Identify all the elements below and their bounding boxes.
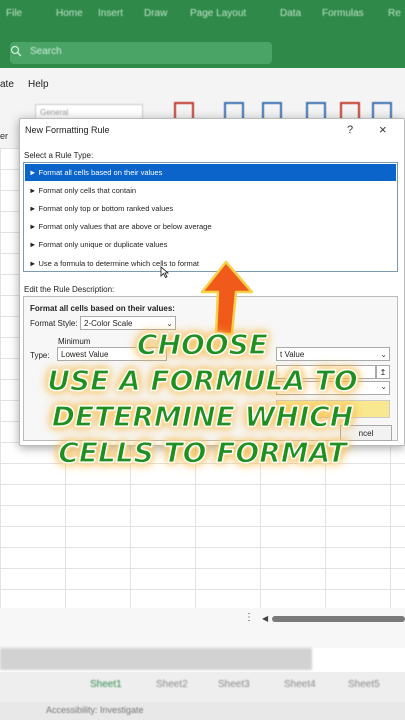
more-options-icon[interactable]: ⋮ xyxy=(244,612,254,623)
toolbar-fragment: er xyxy=(0,131,9,141)
rule-above-below-average[interactable]: ► Format only values that are above or b… xyxy=(25,218,396,235)
tab-data[interactable]: Data xyxy=(280,8,301,19)
horizontal-scrollbar[interactable] xyxy=(272,616,405,622)
menu-item-help[interactable]: Help xyxy=(28,79,49,90)
caption-line-3: DETERMINE WHICH xyxy=(51,399,354,433)
tab-draw[interactable]: Draw xyxy=(144,8,167,19)
menu-bar xyxy=(0,68,405,97)
blurred-strip xyxy=(0,648,312,670)
help-icon[interactable]: ? xyxy=(347,124,353,136)
search-placeholder: Search xyxy=(30,46,62,57)
sheet-tab-1[interactable]: Sheet1 xyxy=(90,679,122,690)
dialog-title: New Formatting Rule xyxy=(25,125,110,135)
sheet-tab-4[interactable]: Sheet4 xyxy=(284,679,316,690)
tab-file[interactable]: File xyxy=(6,8,22,19)
select-rule-type-label: Select a Rule Type: xyxy=(24,151,94,160)
rule-top-bottom[interactable]: ► Format only top or bottom ranked value… xyxy=(25,200,396,217)
format-style-value: 2-Color Scale xyxy=(84,319,133,328)
caption-line-4: CELLS TO FORMAT xyxy=(58,435,348,469)
scroll-left-icon[interactable]: ◀ xyxy=(262,614,268,623)
sheet-tab-5[interactable]: Sheet5 xyxy=(348,679,380,690)
menu-item-create[interactable]: ate xyxy=(0,79,14,90)
sheet-tab-3[interactable]: Sheet3 xyxy=(218,679,250,690)
mouse-cursor-icon xyxy=(160,266,170,278)
tab-home[interactable]: Home xyxy=(56,8,83,19)
tab-insert[interactable]: Insert xyxy=(98,8,123,19)
sheet-tab-2[interactable]: Sheet2 xyxy=(156,679,188,690)
scroll-area xyxy=(0,608,405,648)
caption-line-1: CHOOSE xyxy=(136,327,268,361)
format-style-label: Format Style: xyxy=(30,319,78,328)
rule-cells-contain[interactable]: ► Format only cells that contain xyxy=(25,182,396,199)
description-heading: Format all cells based on their values: xyxy=(30,304,175,313)
rule-all-cells[interactable]: ► Format all cells based on their values xyxy=(25,164,396,181)
rule-unique-duplicate[interactable]: ► Format only unique or duplicate values xyxy=(25,236,396,253)
tab-page-layout[interactable]: Page Layout xyxy=(190,8,246,19)
tab-review[interactable]: Re xyxy=(388,8,401,19)
caption-line-2: USE A FORMULA TO xyxy=(47,363,359,397)
close-icon[interactable]: × xyxy=(379,122,387,137)
sheet-tabs xyxy=(0,672,405,702)
arrow-up-icon xyxy=(200,260,254,336)
tab-formulas[interactable]: Formulas xyxy=(322,8,364,19)
edit-rule-description-label: Edit the Rule Description: xyxy=(24,285,115,294)
accessibility-status[interactable]: Accessibility: Investigate xyxy=(46,705,144,715)
search-icon xyxy=(10,45,22,57)
